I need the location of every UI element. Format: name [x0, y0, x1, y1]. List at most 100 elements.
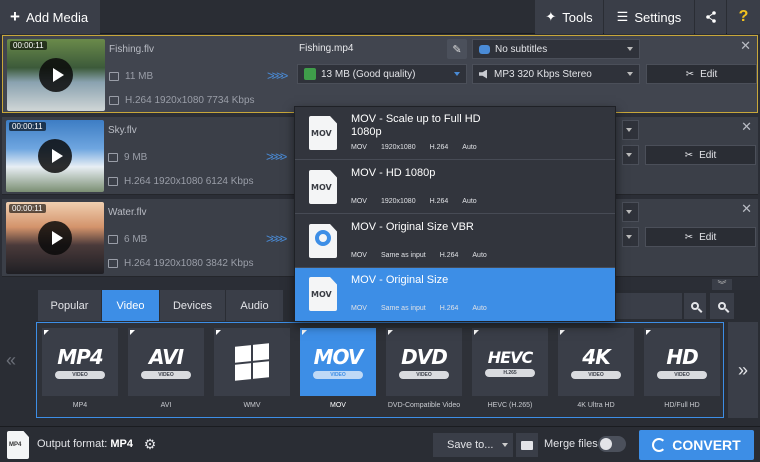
file-size-value: 6 MB [124, 234, 148, 245]
quality-dropdown[interactable]: 13 MB (Good quality) [297, 64, 467, 84]
chevron-down-icon [454, 72, 460, 76]
file-info-value: H.264 1920x1080 7734 Kbps [125, 95, 255, 106]
format-hevc[interactable]: HEVC H.265 HEVC (H.265) [472, 328, 548, 409]
file-info: H.264 1920x1080 3842 Kbps [108, 258, 254, 269]
preset-item[interactable]: MOV - Original Size VBR MOV Same as input… [295, 215, 615, 268]
corner-mark [388, 330, 393, 335]
file-info: H.264 1920x1080 6124 Kbps [108, 176, 254, 187]
preset-item[interactable]: MOV MOV - HD 1080p MOV 1920x1080 H.264 Auto [295, 161, 615, 214]
preset-details: MOV Same as input H.264 Auto [351, 305, 487, 312]
chevron-down-icon [626, 153, 632, 157]
folder-button[interactable] [516, 433, 538, 457]
file-icon [108, 235, 118, 244]
dvd-icon: DVD VIDEO [386, 328, 462, 396]
file-name: Water.flv [108, 207, 147, 218]
duration-label: 00:00:11 [9, 122, 46, 131]
subtitles-icon [479, 44, 490, 54]
preset-item[interactable]: MOV MOV - Scale up to Full HD 1080p MOV 1… [295, 107, 615, 160]
play-icon[interactable] [39, 58, 73, 92]
folder-icon [521, 440, 533, 450]
convert-button[interactable]: CONVERT [639, 430, 754, 460]
remove-file-icon[interactable]: ✕ [741, 119, 752, 135]
format-caption: 4K Ultra HD [577, 402, 615, 409]
format-mov[interactable]: MOV VIDEO MOV [300, 328, 376, 409]
merge-files-toggle[interactable] [598, 436, 626, 452]
file-size-value: 11 MB [125, 71, 154, 82]
tab-popular[interactable]: Popular [38, 290, 102, 321]
subtitles-dropdown[interactable]: No subtitles [472, 39, 640, 59]
edit-button[interactable]: ✂ Edit [645, 227, 756, 247]
mov-file-icon: MOV [309, 170, 337, 204]
preset-title: MOV - Scale up to Full HD 1080p [351, 113, 481, 138]
hevc-icon: HEVC H.265 [472, 328, 548, 396]
tools-button[interactable]: ✦ Tools [535, 0, 603, 34]
preset-item-selected[interactable]: MOV MOV - Original Size MOV Same as input… [295, 268, 615, 321]
rename-pencil-icon[interactable]: ✎ [447, 39, 467, 59]
scroll-left-icon[interactable]: « [6, 350, 16, 371]
gear-icon[interactable]: ⚙ [141, 435, 159, 453]
subtitles-dropdown[interactable] [622, 202, 639, 222]
format-logo-text: DVD [401, 345, 448, 369]
preset-detail: Auto [462, 198, 477, 205]
video-thumbnail: 00:00:11 [6, 202, 104, 274]
quality-icon [304, 68, 316, 80]
play-icon[interactable] [38, 221, 72, 255]
audio-dropdown[interactable] [622, 145, 639, 165]
chevron-down-icon [627, 47, 633, 51]
tab-audio[interactable]: Audio [226, 290, 284, 321]
format-4k[interactable]: 4K VIDEO 4K Ultra HD [558, 328, 634, 409]
add-media-button[interactable]: + Add Media [0, 0, 100, 34]
help-button[interactable]: ? [727, 0, 760, 34]
magic-wand-icon: ✦ [545, 9, 557, 24]
search-button[interactable] [684, 293, 706, 319]
format-wmv[interactable]: WMV [214, 328, 290, 409]
mov-file-icon: MOV [309, 116, 337, 150]
audio-dropdown[interactable] [622, 227, 639, 247]
format-search-input[interactable] [616, 293, 682, 319]
file-row[interactable]: 00:00:11 Fishing.flv 11 MB H.264 1920x10… [2, 35, 758, 113]
format-logo-sub: VIDEO [657, 371, 707, 379]
share-button[interactable] [695, 0, 726, 34]
file-info-value: H.264 1920x1080 6124 Kbps [124, 176, 254, 187]
save-to-dropdown[interactable]: Save to... [433, 433, 513, 457]
edit-label: Edit [699, 231, 717, 243]
preset-detail: 1920x1080 [380, 198, 416, 205]
chevron-down-icon [626, 235, 632, 239]
format-logo-sub: VIDEO [141, 371, 191, 379]
format-avi[interactable]: AVI VIDEO AVI [128, 328, 204, 409]
scissors-icon: ✂ [685, 68, 695, 80]
format-mp4[interactable]: MP4 VIDEO MP4 [42, 328, 118, 409]
audio-dropdown[interactable]: MP3 320 Kbps Stereo [472, 64, 640, 84]
scroll-right-icon[interactable]: » [728, 322, 758, 418]
preset-detail: MOV [351, 305, 367, 312]
search-format-button[interactable] [710, 293, 734, 319]
remove-file-icon[interactable]: ✕ [740, 38, 751, 54]
corner-mark [130, 330, 135, 335]
preset-detail: Auto [472, 305, 487, 312]
edit-button[interactable]: ✂ Edit [646, 64, 757, 84]
search-icon [691, 302, 699, 310]
mp4-icon: MP4 VIDEO [42, 328, 118, 396]
format-logo-sub: VIDEO [571, 371, 621, 379]
subtitles-dropdown[interactable] [622, 120, 639, 140]
format-dvd[interactable]: DVD VIDEO DVD-Compatible Video [386, 328, 462, 409]
output-format-value: MP4 [110, 438, 133, 450]
file-size-value: 9 MB [124, 152, 148, 163]
preset-detail: H.264 [439, 305, 459, 312]
remove-file-icon[interactable]: ✕ [741, 201, 752, 217]
file-size: 11 MB [109, 71, 153, 82]
file-info: H.264 1920x1080 7734 Kbps [109, 95, 255, 106]
format-hd[interactable]: HD VIDEO HD/Full HD [644, 328, 720, 409]
convert-arrow-icon: >>>> [266, 231, 287, 246]
video-icon [109, 96, 119, 105]
scissors-icon: ✂ [684, 149, 694, 161]
edit-button[interactable]: ✂ Edit [645, 145, 756, 165]
format-logo-sub: VIDEO [55, 371, 105, 379]
quicktime-file-icon [309, 224, 337, 258]
tab-devices[interactable]: Devices [160, 290, 226, 321]
mov-file-icon: MOV [309, 277, 337, 311]
settings-button[interactable]: ☰ Settings [604, 0, 694, 34]
play-icon[interactable] [38, 139, 72, 173]
tab-video[interactable]: Video [102, 290, 160, 321]
format-logo-text: 4K [582, 345, 610, 369]
